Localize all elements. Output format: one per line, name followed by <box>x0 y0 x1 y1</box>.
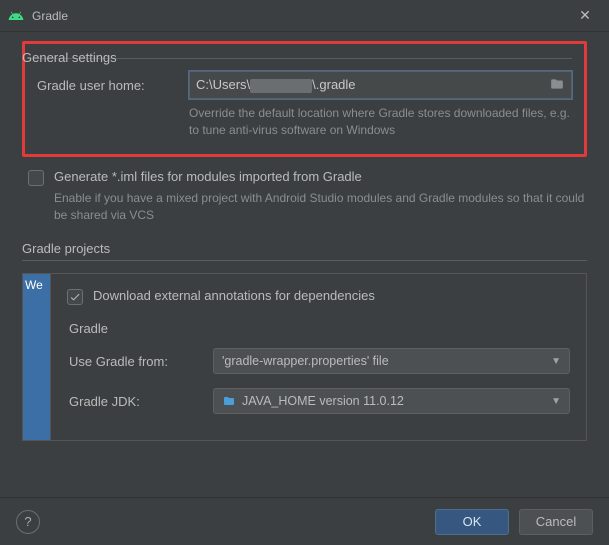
generate-iml-row[interactable]: Generate *.iml files for modules importe… <box>28 169 587 186</box>
gradle-projects-section: Gradle projects We Download external ann… <box>22 241 587 441</box>
gradle-jdk-row: Gradle JDK: JAVA_HOME version 11.0.12 ▼ <box>69 388 570 414</box>
help-button[interactable]: ? <box>16 510 40 534</box>
dialog-footer: ? OK Cancel <box>0 497 609 545</box>
generate-iml-label: Generate *.iml files for modules importe… <box>54 169 362 184</box>
titlebar: Gradle ✕ <box>0 0 609 32</box>
folder-icon[interactable] <box>549 77 565 94</box>
gradle-home-value: C:\Users\\.gradle <box>196 77 549 93</box>
folder-icon <box>222 395 236 407</box>
use-gradle-from-row: Use Gradle from: 'gradle-wrapper.propert… <box>69 348 570 374</box>
gradle-home-hint: Override the default location where Grad… <box>189 105 572 140</box>
download-annotations-checkbox[interactable] <box>67 289 83 305</box>
gradle-projects-title: Gradle projects <box>22 241 587 256</box>
window-title: Gradle <box>32 9 569 23</box>
use-gradle-from-select[interactable]: 'gradle-wrapper.properties' file ▼ <box>213 348 570 374</box>
ok-button[interactable]: OK <box>435 509 509 535</box>
project-panel: Download external annotations for depend… <box>50 273 587 441</box>
project-list-item[interactable]: We <box>22 273 50 441</box>
cancel-button[interactable]: Cancel <box>519 509 593 535</box>
separator <box>37 58 572 59</box>
gradle-subtitle: Gradle <box>69 321 570 336</box>
chevron-down-icon: ▼ <box>551 396 561 407</box>
redacted-username <box>250 79 312 93</box>
android-icon <box>8 8 24 24</box>
gradle-jdk-select[interactable]: JAVA_HOME version 11.0.12 ▼ <box>213 388 570 414</box>
use-gradle-from-label: Use Gradle from: <box>69 354 199 369</box>
gradle-home-input[interactable]: C:\Users\\.gradle <box>189 71 572 99</box>
gradle-home-label: Gradle user home: <box>37 78 177 93</box>
close-button[interactable]: ✕ <box>569 7 601 24</box>
gradle-jdk-label: Gradle JDK: <box>69 394 199 409</box>
chevron-down-icon: ▼ <box>551 356 561 367</box>
separator <box>22 260 587 261</box>
dialog-content: General settings Gradle user home: C:\Us… <box>0 32 609 497</box>
download-annotations-label: Download external annotations for depend… <box>93 288 375 303</box>
generate-iml-checkbox[interactable] <box>28 170 44 186</box>
gradle-home-row: Gradle user home: C:\Users\\.gradle <box>37 71 572 99</box>
download-annotations-row[interactable]: Download external annotations for depend… <box>67 288 570 305</box>
generate-iml-hint: Enable if you have a mixed project with … <box>54 190 587 224</box>
